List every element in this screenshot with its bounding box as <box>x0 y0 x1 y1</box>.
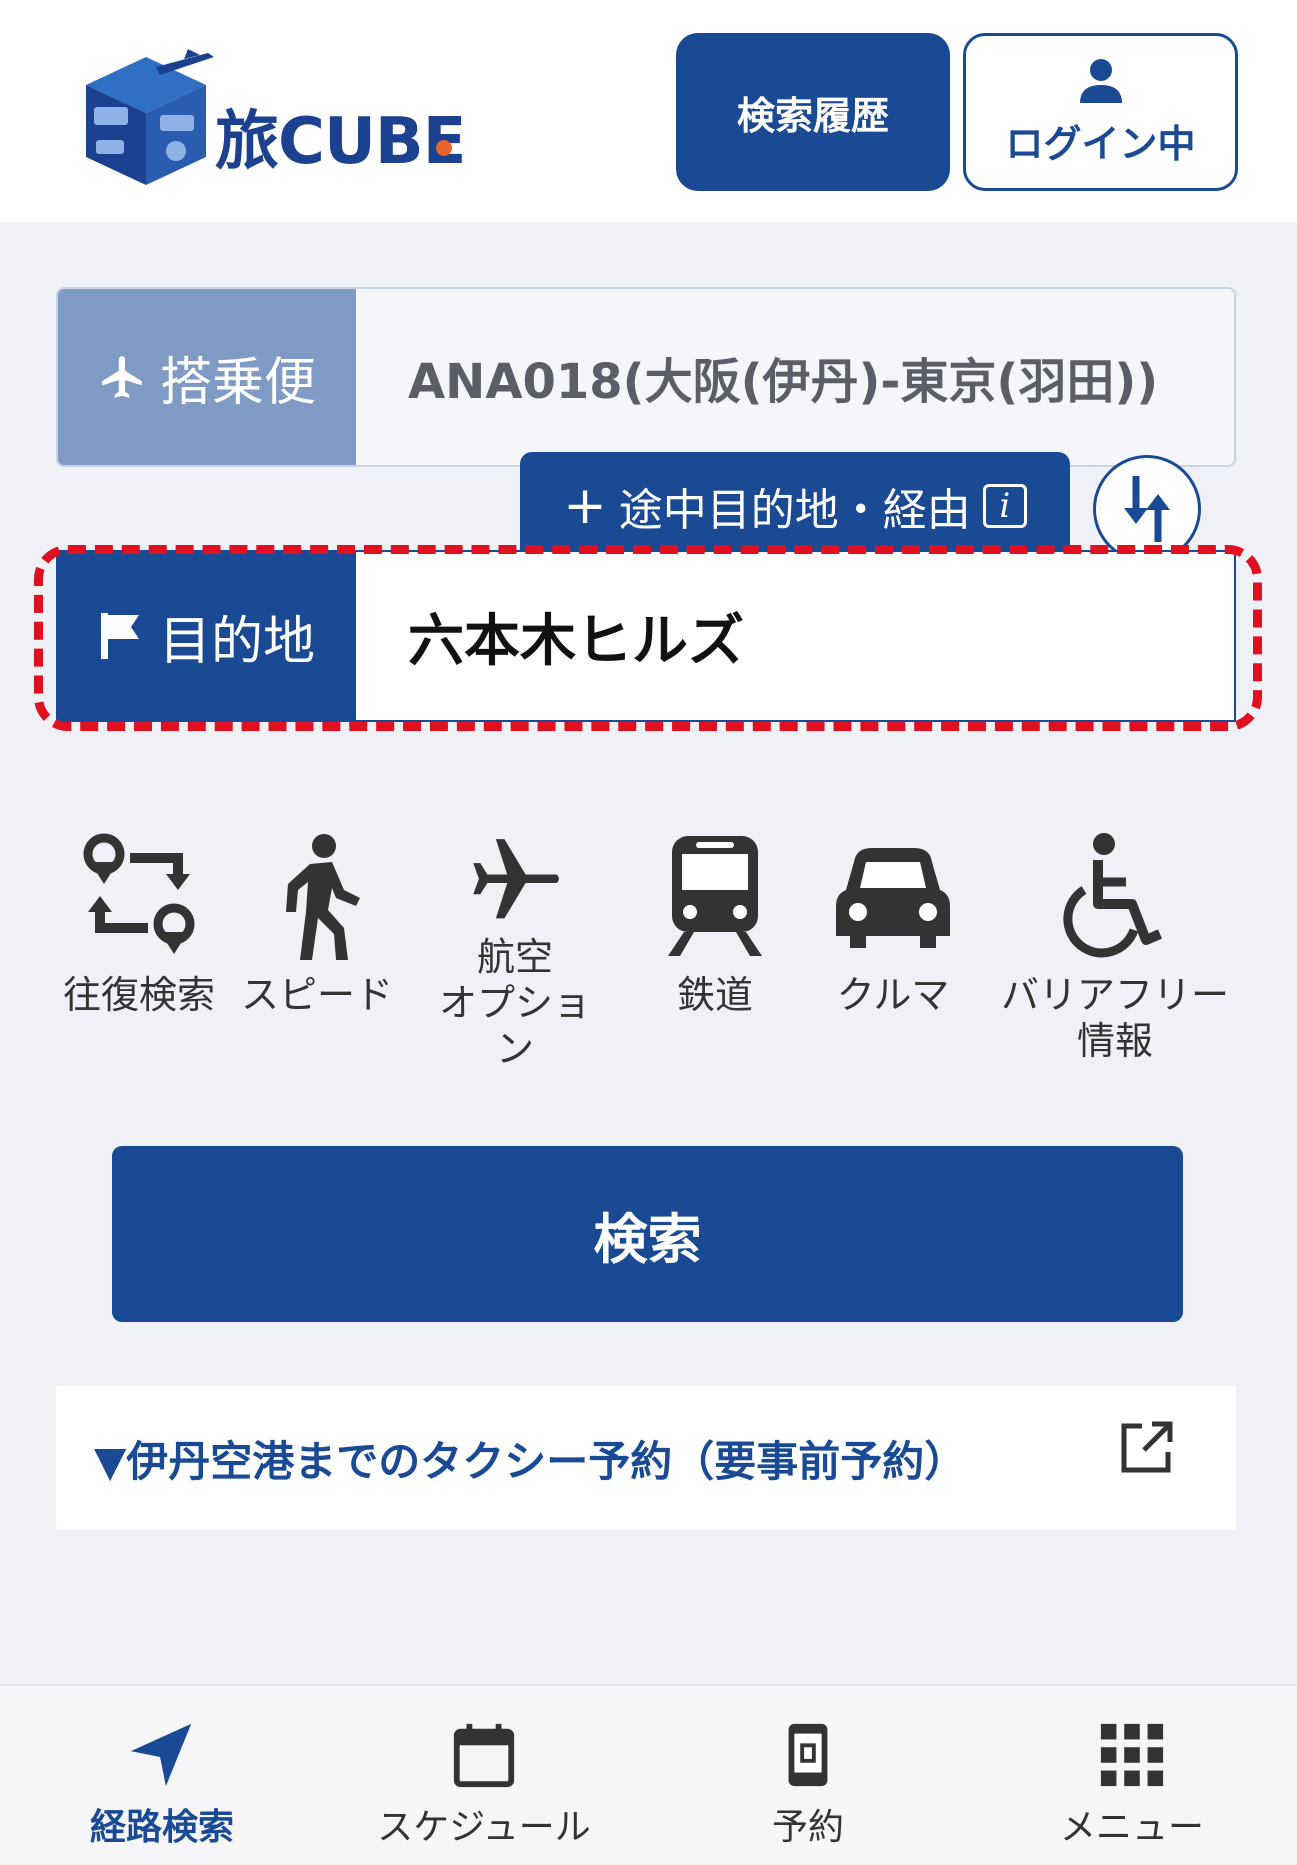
nav-schedule[interactable]: スケジュール <box>334 1720 634 1850</box>
taxi-reservation-text[interactable]: ▼伊丹空港までのタクシー予約（要事前予約） <box>94 1428 966 1489</box>
taxi-reservation-link[interactable]: ▼伊丹空港までのタクシー予約（要事前予約） <box>56 1386 1236 1530</box>
destination-highlight-frame <box>34 545 1262 731</box>
nav-route-search[interactable]: 経路検索 <box>12 1720 312 1850</box>
option-car[interactable]: クルマ <box>808 832 978 1072</box>
info-icon[interactable]: i <box>982 484 1027 528</box>
search-button[interactable]: 検索 <box>112 1146 1183 1322</box>
nav-menu[interactable]: メニュー <box>982 1720 1282 1850</box>
airplane-icon <box>102 356 142 398</box>
external-link-icon[interactable] <box>1118 1418 1176 1476</box>
cube-logo-icon <box>86 49 214 185</box>
ticket-phone-icon <box>788 1723 828 1787</box>
person-icon <box>1079 58 1122 103</box>
option-round-trip[interactable]: 往復検索 <box>54 832 224 1072</box>
option-railway[interactable]: 鉄道 <box>630 832 800 1072</box>
add-waypoint-label: 途中目的地・経由 <box>618 485 971 536</box>
app-logo-text: 旅CUBE <box>215 105 466 179</box>
search-history-button[interactable]: 検索履歴 <box>676 33 950 191</box>
flight-field[interactable]: 搭乗便 ANA018(大阪(伊丹)-東京(羽田)) <box>56 287 1236 467</box>
wheelchair-icon <box>1063 833 1162 958</box>
plus-icon: + <box>563 476 607 536</box>
car-icon <box>836 848 950 948</box>
logo-pin-dot <box>436 140 452 156</box>
nav-label: 予約 <box>771 1807 844 1848</box>
option-label: 往復検索 <box>62 973 215 1017</box>
add-waypoint-button[interactable]: + 途中目的地・経由 i <box>520 452 1070 560</box>
option-speed[interactable]: スピード <box>232 832 402 1072</box>
walking-person-icon <box>286 834 360 960</box>
nav-label: メニュー <box>1059 1807 1204 1848</box>
option-label: バリアフリー 情報 <box>1000 973 1229 1063</box>
flight-label-text: 搭乗便 <box>159 352 316 413</box>
option-label: スピード <box>240 973 393 1017</box>
navigation-arrow-icon <box>130 1723 192 1787</box>
option-label: クルマ <box>836 973 950 1017</box>
nav-label: スケジュール <box>377 1807 591 1848</box>
option-label: 航空 オプション <box>438 935 591 1071</box>
login-button[interactable]: ログイン中 <box>963 33 1238 191</box>
nav-label: 経路検索 <box>89 1807 234 1848</box>
calendar-icon <box>453 1723 515 1788</box>
flight-value[interactable]: ANA018(大阪(伊丹)-東京(羽田)) <box>356 289 1234 465</box>
nav-reservation[interactable]: 予約 <box>658 1720 958 1850</box>
grid-menu-icon <box>1100 1723 1164 1787</box>
round-trip-icon <box>83 833 195 954</box>
flight-field-label: 搭乗便 <box>58 289 356 465</box>
airplane-icon <box>473 839 559 919</box>
train-icon <box>668 836 762 956</box>
login-button-label: ログイン中 <box>1005 121 1196 166</box>
option-label: 鉄道 <box>676 973 753 1017</box>
option-flight-options[interactable]: 航空 オプション <box>430 832 600 1072</box>
option-barrier-free[interactable]: バリアフリー 情報 <box>1000 832 1230 1072</box>
